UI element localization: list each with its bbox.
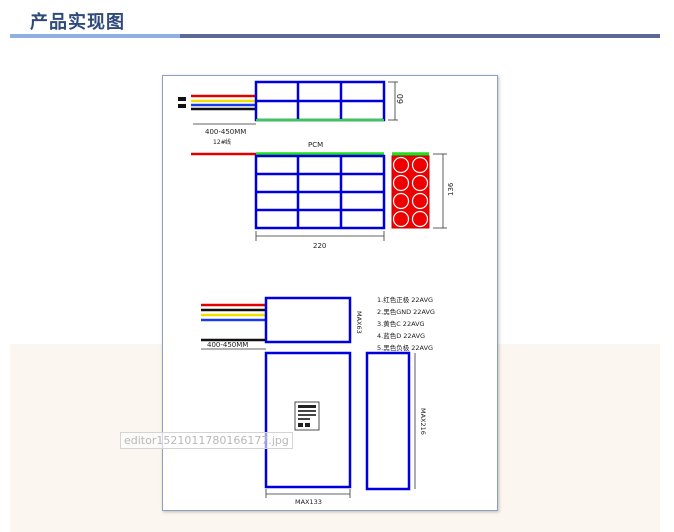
connector-icon [178,104,186,108]
header-underline [180,34,660,38]
max-height-2: MAX216 [419,408,427,435]
page-title: 产品实现图 [30,12,125,33]
pcm-outline [264,296,352,344]
image-filename-tooltip: editor1521011780166177.jpg [120,432,293,449]
wire-spec-list: 1.红色正极 22AVG 2.黑色GND 22AVG 3.黄色C 22AVG 4… [377,295,435,352]
dim-height-2: 136 [447,182,455,196]
dim-width: 220 [313,242,326,250]
wire-spec-2: 2.黑色GND 22AVG [377,307,435,316]
pack-outline-side [365,351,411,491]
header-underline-accent [10,34,180,38]
front-view-cells [254,154,386,230]
dim-height-1: 60 [396,94,405,104]
wire-spec-5: 5.黑色负极 22AVG [377,343,433,352]
wire-spec-3: 3.黄色C 22AVG [377,319,425,328]
bottom-length: 400-450MM [207,341,248,349]
max-height-1: MAX63 [355,311,363,334]
max-width: MAX133 [295,498,322,506]
wire-gauge-note: 12# [213,139,226,146]
dim-length-top: 400-450MM [205,128,246,136]
top-view-cells [254,80,386,122]
wire-note-suffix: 线 [225,138,231,146]
wire-spec-1: 1.红色正极 22AVG [377,295,433,304]
product-label-icon [294,401,320,431]
connector-icon [178,97,186,101]
side-view-cells [391,155,430,229]
wire-spec-4: 4.蓝色D 22AVG [377,331,425,340]
pcm-label: PCM [308,141,323,149]
